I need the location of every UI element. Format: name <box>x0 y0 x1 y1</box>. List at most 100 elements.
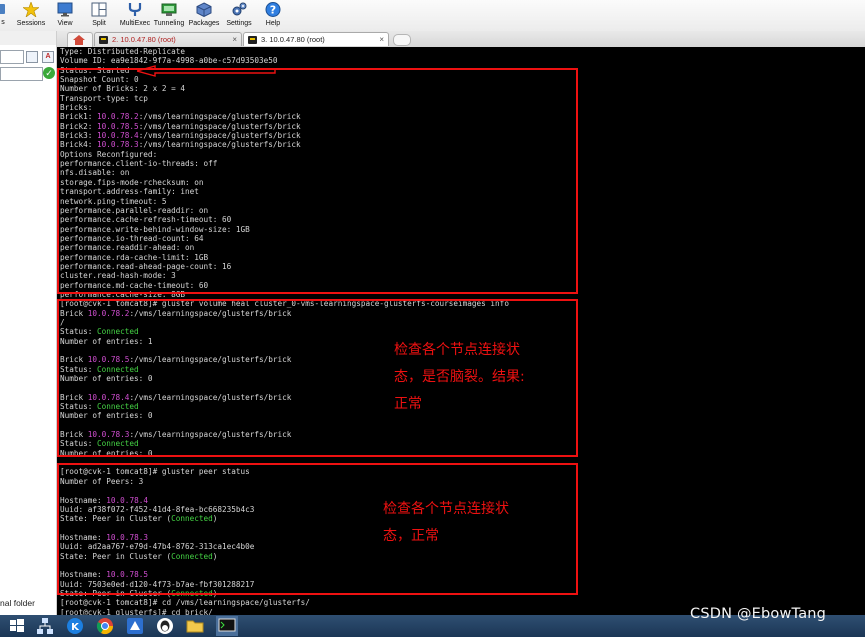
tunneling-button[interactable]: Tunneling <box>153 0 185 31</box>
terminal-text: [root@cvk-1 tomcat8]# cd /vms/learningsp… <box>60 598 310 608</box>
tab-bar: 2. 10.0.47.80 (root) × 3. 10.0.47.80 (ro… <box>57 31 865 48</box>
terminal-line: performance.parallel-readdir: on <box>60 206 509 215</box>
toolbar-partial-button[interactable]: s <box>0 0 10 31</box>
terminal-text: Hostname: <box>60 570 107 580</box>
terminal-text: Number of entries: 0 <box>60 374 153 384</box>
ip-address: 10.0.78.4 <box>106 495 148 505</box>
tab-session-3-label: 3. 10.0.47.80 (root) <box>261 35 325 44</box>
terminal-text: Hostname: <box>60 495 107 505</box>
help-button[interactable]: ? Help <box>262 0 284 31</box>
new-tab-button[interactable] <box>393 34 411 46</box>
connected-status: Connected <box>171 551 213 561</box>
terminal-line: Status: Connected <box>60 439 509 448</box>
sessions-sidebar: A ✓ nal folder <box>0 31 57 615</box>
terminal-text: Brick <box>60 355 88 365</box>
terminal-text: performance.read-ahead-page-count: 16 <box>60 261 232 271</box>
terminal-line: network.ping-timeout: 5 <box>60 197 509 206</box>
help-icon: ? <box>265 2 281 17</box>
terminal-text: Options Reconfigured: <box>60 149 158 159</box>
terminal-line: [root@cvk-1 tomcat8]# cd /vms/learningsp… <box>60 598 509 607</box>
terminal-line: performance.write-behind-window-size: 1G… <box>60 225 509 234</box>
terminal-text: :/vms/learningspace/glusterfs/brick <box>138 121 301 131</box>
network-icon[interactable] <box>36 617 54 635</box>
view-button[interactable]: View <box>53 0 77 31</box>
connected-status: Connected <box>171 514 213 524</box>
tab-session-2[interactable]: 2. 10.0.47.80 (root) × <box>94 32 242 46</box>
gear-icon <box>232 2 247 16</box>
ip-address: 10.0.78.3 <box>106 532 148 542</box>
start-icon[interactable] <box>8 617 26 635</box>
home-tab[interactable] <box>67 32 93 47</box>
terminal-text: Number of entries: 0 <box>60 448 153 458</box>
settings-button[interactable]: Settings <box>224 0 254 31</box>
terminal-text: performance.parallel-readdir: on <box>60 205 209 215</box>
chrome-icon[interactable] <box>96 617 114 635</box>
close-icon[interactable]: × <box>232 33 237 47</box>
terminal-pane[interactable]: Type: Distributed-Replicate Volume ID: ea… <box>57 47 865 615</box>
terminal-line: performance.rda-cache-limit: 1GB <box>60 253 509 262</box>
terminal-text: Status: <box>60 364 98 374</box>
terminal-text: Uuid: ad2aa767-e79d-47b4-8762-313ca1ec4b… <box>60 542 255 552</box>
connected-status: Connected <box>97 364 139 374</box>
mobaxterm-icon[interactable] <box>126 617 144 635</box>
packages-button[interactable]: Packages <box>188 0 220 31</box>
ip-address: 10.0.78.5 <box>106 570 148 580</box>
terminal-line: Uuid: 7503e0ed-d120-4f73-b7ae-fbf3012882… <box>60 580 509 589</box>
ip-address: 10.0.78.2 <box>87 308 130 318</box>
fork-icon <box>128 3 142 16</box>
ip-address: 10.0.78.3 <box>97 140 139 150</box>
terminal-line: nfs.disable: on <box>60 168 509 177</box>
star-icon <box>23 2 39 17</box>
ip-address: 10.0.78.5 <box>87 355 130 365</box>
monitor-icon <box>57 2 73 17</box>
close-icon[interactable]: × <box>379 33 384 47</box>
tab-session-2-label: 2. 10.0.47.80 (root) <box>112 35 176 44</box>
home-icon <box>73 35 85 45</box>
terminal-line: Snapshot Count: 0 <box>60 75 509 84</box>
terminal-line: Brick1: 10.0.78.2:/vms/learningspace/glu… <box>60 112 509 121</box>
terminal-text: Status: <box>60 402 98 412</box>
terminal-line: storage.fips-mode-rchecksum: on <box>60 178 509 187</box>
terminal-line: State: Peer in Cluster (Connected) <box>60 552 509 561</box>
terminal-line: Number of Peers: 3 <box>60 477 509 486</box>
folder-icon[interactable] <box>186 617 204 635</box>
peer-check-annotation: 检查各个节点连接状 态，正常 <box>383 501 509 544</box>
sidebar-tool-icon[interactable] <box>26 51 38 63</box>
terminal-line: performance.io-thread-count: 64 <box>60 234 509 243</box>
terminal-text: performance.write-behind-window-size: 1G… <box>60 224 250 234</box>
terminal-text: performance.cache-refresh-timeout: 60 <box>60 215 232 225</box>
multiexec-button[interactable]: MultiExec <box>118 0 152 31</box>
terminal-folder-label[interactable]: nal folder <box>0 598 35 608</box>
terminal-icon[interactable] <box>216 616 238 636</box>
terminal-text: Type: Distributed-Replicate <box>60 47 185 56</box>
sidebar-path-input[interactable] <box>0 50 24 64</box>
terminal-line: [root@cvk-1 tomcat8]# gluster volume hea… <box>60 299 509 308</box>
tab-session-3[interactable]: 3. 10.0.47.80 (root) × <box>243 32 389 46</box>
ip-address: 10.0.78.2 <box>97 112 139 122</box>
terminal-line: State: Peer in Cluster (Connected) <box>60 589 509 598</box>
terminal-text: [root@cvk-1 tomcat8]# gluster volume hea… <box>60 299 509 309</box>
split-icon <box>91 2 107 17</box>
check-icon[interactable]: ✓ <box>43 67 55 79</box>
qq-icon[interactable] <box>156 617 174 635</box>
terminal-text: network.ping-timeout: 5 <box>60 196 167 206</box>
terminal-line: Hostname: 10.0.78.5 <box>60 570 509 579</box>
ip-address: 10.0.78.5 <box>97 121 139 131</box>
terminal-text: Bricks: <box>60 103 93 113</box>
sidebar-font-icon[interactable]: A <box>42 51 54 63</box>
split-button[interactable]: Split <box>88 0 110 31</box>
terminal-line: performance.read-ahead-page-count: 16 <box>60 262 509 271</box>
partial-icon <box>0 4 5 14</box>
connected-status: Connected <box>97 439 139 449</box>
terminal-text: storage.fips-mode-rchecksum: on <box>60 177 204 187</box>
k-app-icon[interactable]: K <box>66 617 84 635</box>
terminal-text: performance.client-io-threads: off <box>60 159 218 169</box>
terminal-line: performance.client-io-threads: off <box>60 159 509 168</box>
connected-status: Connected <box>171 588 213 598</box>
terminal-text: ) <box>212 551 218 561</box>
sidebar-filter-input[interactable] <box>0 67 43 81</box>
sessions-button[interactable]: Sessions <box>14 0 48 31</box>
terminal-text: transport.address-family: inet <box>60 187 199 197</box>
terminal-text: Number of entries: 0 <box>60 411 153 421</box>
